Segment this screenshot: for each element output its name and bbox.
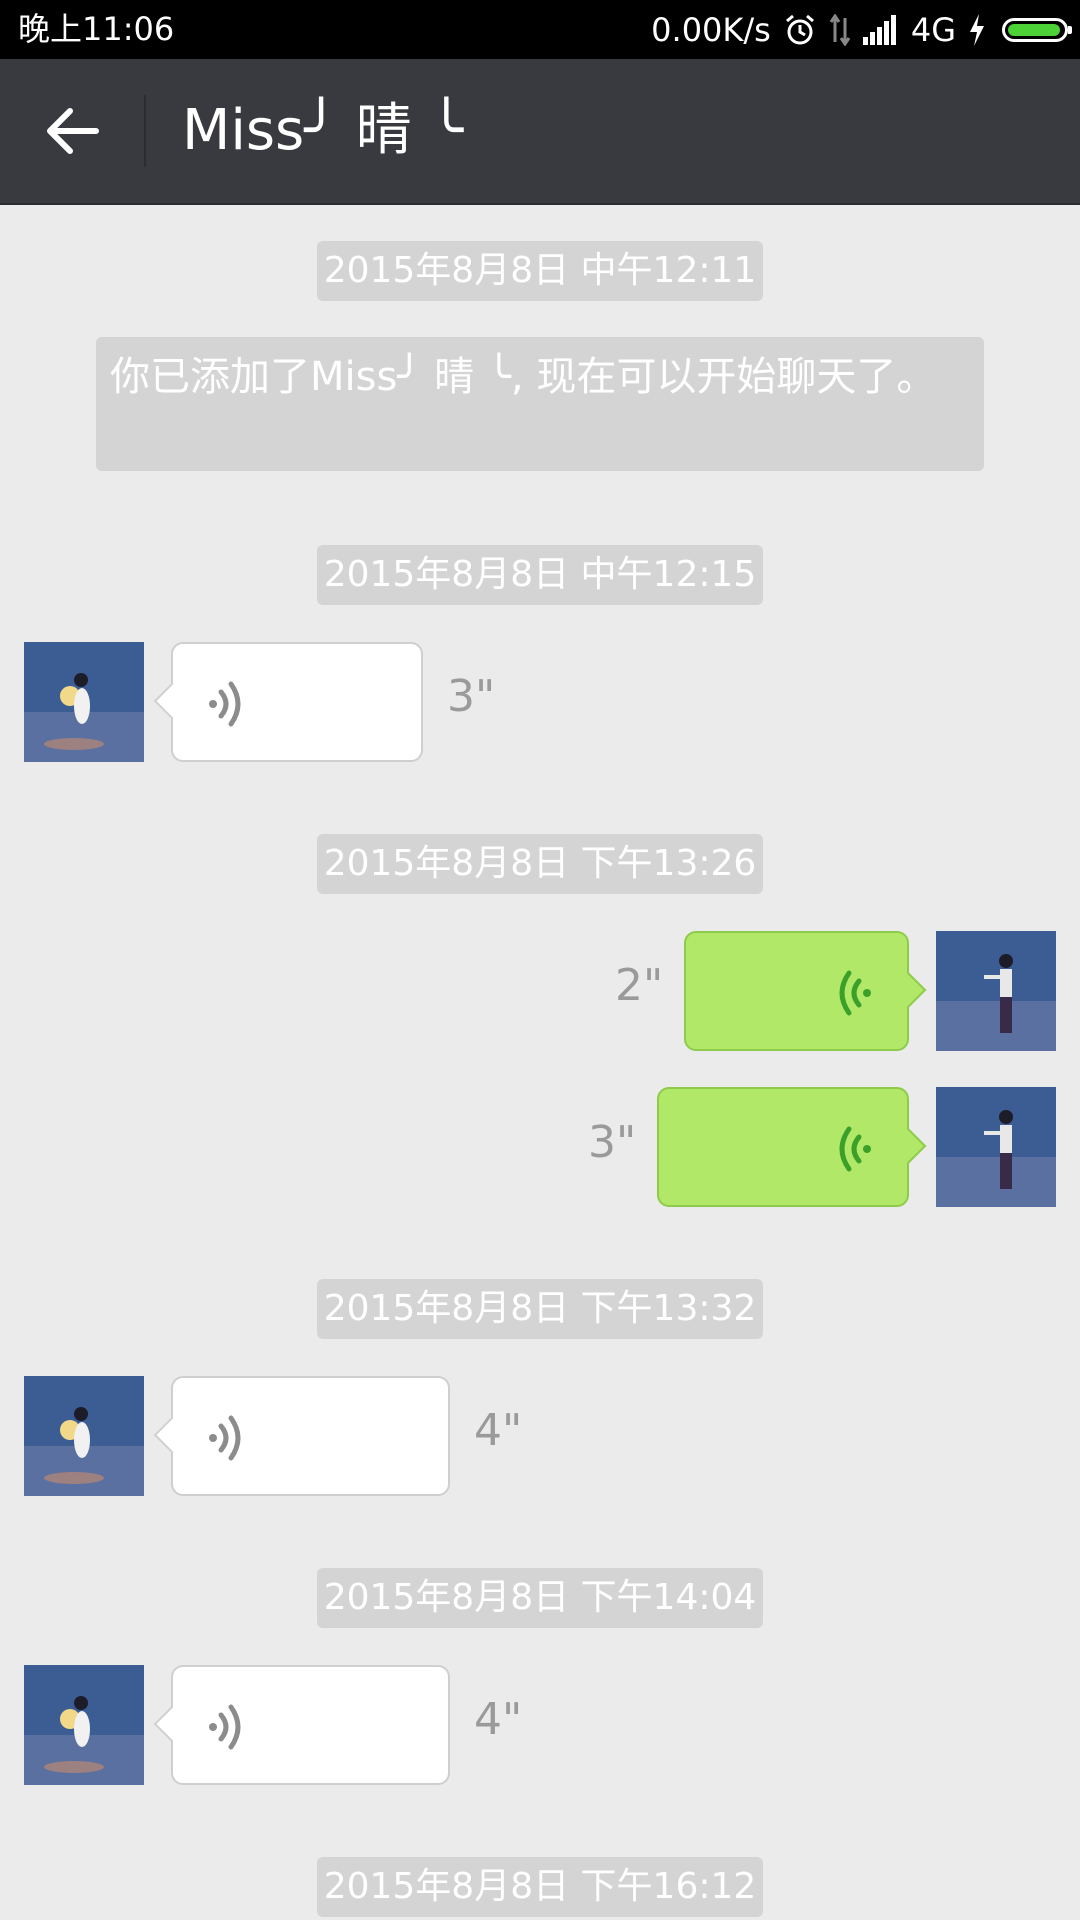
status-icons: 0.00K/s 4G bbox=[651, 0, 1072, 59]
my-avatar[interactable] bbox=[936, 1087, 1056, 1207]
voice-message-bubble[interactable] bbox=[171, 1665, 450, 1785]
back-button[interactable] bbox=[30, 89, 114, 173]
contact-avatar[interactable] bbox=[24, 1665, 144, 1785]
message-timestamp: 2015年8月8日 下午14:04 bbox=[317, 1568, 763, 1628]
message-timestamp: 2015年8月8日 中午12:11 bbox=[317, 241, 763, 301]
contact-avatar[interactable] bbox=[24, 1376, 144, 1496]
contact-avatar[interactable] bbox=[24, 642, 144, 762]
voice-playback-icon bbox=[839, 970, 871, 1016]
voice-duration: 3" bbox=[588, 1117, 637, 1168]
charging-icon bbox=[968, 13, 986, 46]
alarm-icon bbox=[783, 13, 817, 47]
message-timestamp: 2015年8月8日 下午13:26 bbox=[317, 834, 763, 894]
message-timestamp: 2015年8月8日 下午16:12 bbox=[317, 1857, 763, 1917]
voice-playback-icon bbox=[209, 1704, 241, 1750]
voice-playback-icon bbox=[839, 1126, 871, 1172]
voice-duration: 4" bbox=[474, 1405, 523, 1456]
voice-duration: 4" bbox=[474, 1694, 523, 1745]
voice-playback-icon bbox=[209, 1415, 241, 1461]
system-notice: 你已添加了Miss╯ 晴 ╰, 现在可以开始聊天了。 bbox=[96, 337, 984, 471]
voice-message-bubble[interactable] bbox=[171, 642, 423, 762]
message-timestamp: 2015年8月8日 下午13:32 bbox=[317, 1279, 763, 1339]
back-arrow-icon bbox=[47, 108, 99, 154]
voice-message-bubble[interactable] bbox=[171, 1376, 450, 1496]
voice-duration: 2" bbox=[615, 960, 664, 1011]
data-arrows-icon bbox=[829, 13, 851, 46]
signal-icon bbox=[862, 14, 899, 45]
status-time: 晚上11:06 bbox=[18, 10, 175, 48]
my-avatar[interactable] bbox=[936, 931, 1056, 1051]
title-divider bbox=[144, 95, 146, 167]
voice-duration: 3" bbox=[447, 671, 496, 722]
chat-title: Miss╯ 晴 ╰ bbox=[182, 98, 464, 163]
message-timestamp: 2015年8月8日 中午12:15 bbox=[317, 545, 763, 605]
network-speed: 0.00K/s bbox=[651, 10, 771, 49]
title-bar: Miss╯ 晴 ╰ bbox=[0, 59, 1080, 205]
voice-message-bubble[interactable] bbox=[657, 1087, 909, 1207]
battery-icon bbox=[1002, 17, 1072, 42]
voice-playback-icon bbox=[209, 681, 241, 727]
status-bar: 晚上11:06 0.00K/s 4G bbox=[0, 0, 1080, 59]
voice-message-bubble[interactable] bbox=[684, 931, 909, 1051]
network-type: 4G bbox=[910, 10, 956, 49]
